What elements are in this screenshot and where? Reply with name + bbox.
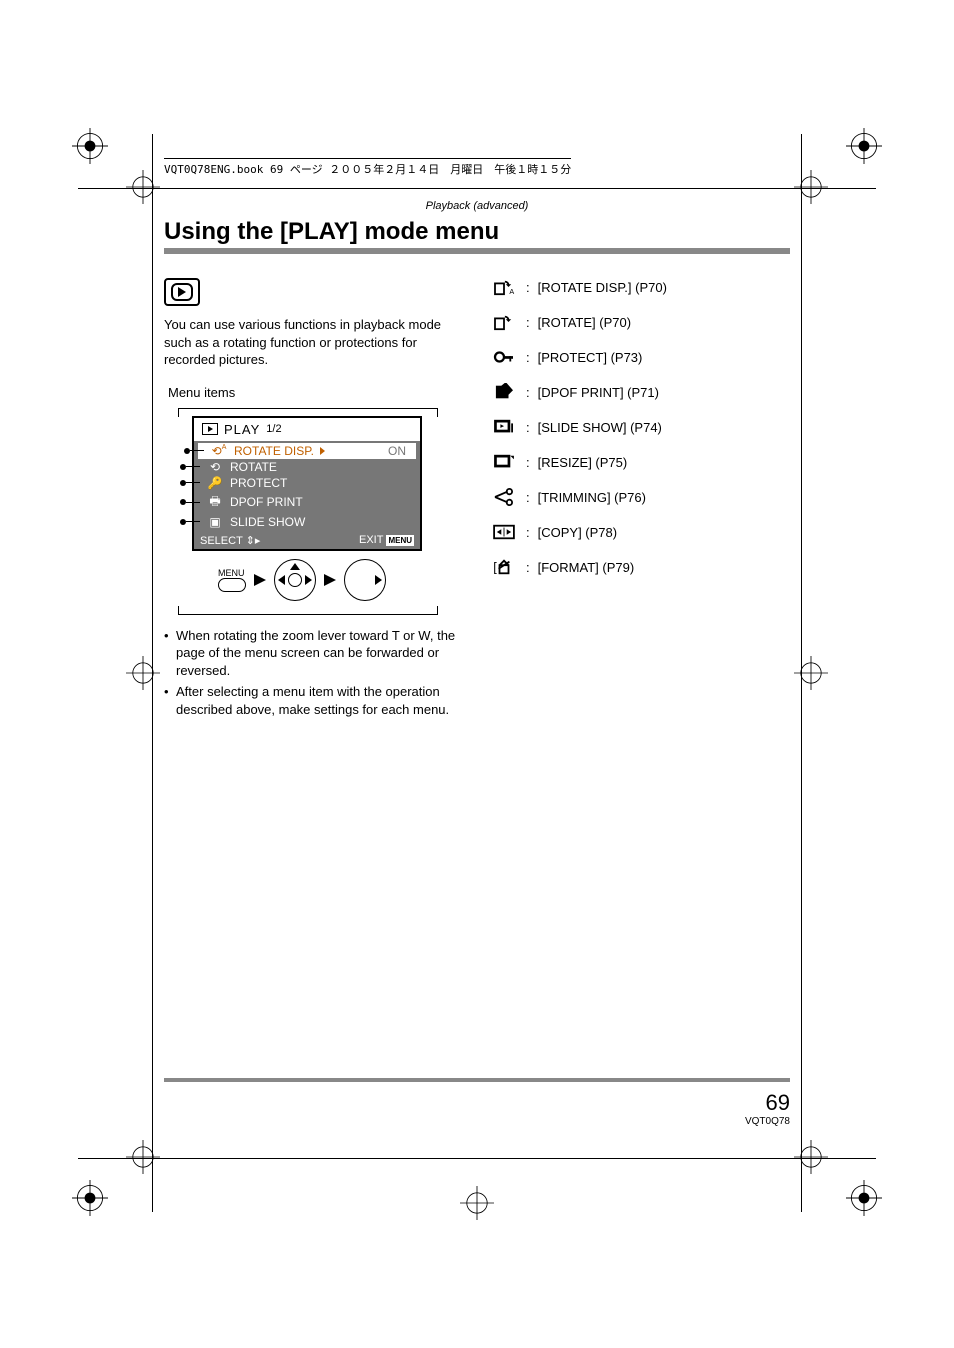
menu-row-slideshow: ▣ SLIDE SHOW [194,514,420,530]
menu-button-icon [218,578,246,592]
menu-row-label: PROTECT [230,476,287,490]
dpad-icon [274,559,316,601]
book-header-text: VQT0Q78ENG.book 69 ページ ２００５年２月１４日 月曜日 午後… [164,158,571,177]
format-icon: [ [490,558,518,576]
ref-trimming: :[TRIMMING] (P76) [490,488,790,506]
doc-code: VQT0Q78 [745,1116,790,1127]
chevron-right-icon [320,447,325,455]
print-mark-icon [72,128,108,164]
rotate-icon: ⟲ [206,460,224,474]
menu-row-rotate: ⟲ ROTATE [194,459,420,475]
intro-text: You can use various functions in playbac… [164,316,464,369]
slideshow-icon: ▣ [206,515,224,529]
ref-label: [SLIDE SHOW] (P74) [538,420,662,435]
ref-label: [DPOF PRINT] (P71) [538,385,659,400]
ref-protect: :[PROTECT] (P73) [490,348,790,366]
registration-mark-icon [794,656,828,690]
dpad-icon [344,559,386,601]
print-mark-icon [72,1180,108,1216]
menu-row-value: ON [388,444,406,458]
ref-rotate-disp: A :[ROTATE DISP.] (P70) [490,278,790,296]
crop-guide-bottom [78,1158,876,1159]
menu-row-label: ROTATE DISP. [234,444,314,458]
ref-label: [FORMAT] (P79) [538,560,635,575]
play-icon [202,423,218,435]
bullet-text: When rotating the zoom lever toward T or… [164,627,464,680]
svg-text:A: A [509,287,514,296]
ref-label: [TRIMMING] (P76) [538,490,646,505]
footer-rule [164,1078,790,1082]
menu-row-protect: 🔑 PROTECT [194,475,420,491]
page-content: Playback (advanced) Using the [PLAY] mod… [164,200,790,722]
arrow-right-icon [324,574,336,586]
protect-icon: 🔑 [206,476,224,490]
registration-mark-icon [126,170,160,204]
menu-row-label: ROTATE [230,460,277,474]
registration-mark-icon [794,170,828,204]
crop-guide-top [78,188,876,189]
print-mark-icon [846,128,882,164]
registration-mark-icon [460,1186,494,1220]
ref-label: [PROTECT] (P73) [538,350,643,365]
ref-slideshow: :[SLIDE SHOW] (P74) [490,418,790,436]
menu-button-label: MENU [218,568,246,578]
svg-text:[: [ [493,561,497,575]
nav-controls-diagram: MENU [218,559,436,601]
ref-copy: :[COPY] (P78) [490,523,790,541]
ref-label: [COPY] (P78) [538,525,617,540]
menu-simulation: PLAY 1/2 ⟲A ROTATE DISP. ON [192,416,422,551]
menu-title-row: PLAY 1/2 [194,418,420,441]
reference-list: A :[ROTATE DISP.] (P70) :[ROTATE] (P70) … [490,278,790,576]
page-footer: 69 VQT0Q78 [745,1090,790,1127]
registration-mark-icon [126,1140,160,1174]
menu-items-label: Menu items [168,385,464,400]
menu-box-icon: MENU [386,535,414,546]
registration-mark-icon [794,1140,828,1174]
trimming-icon [490,488,518,506]
rotate-disp-icon: ⟲A [210,444,228,458]
menu-row-label: SLIDE SHOW [230,515,305,529]
ref-resize: :[RESIZE] (P75) [490,453,790,471]
ref-dpof: :[DPOF PRINT] (P71) [490,383,790,401]
ref-label: [ROTATE DISP.] (P70) [538,280,667,295]
ref-label: [ROTATE] (P70) [538,315,631,330]
play-mode-icon [164,278,200,306]
menu-row-label: DPOF PRINT [230,495,303,509]
page-title: Using the [PLAY] mode menu [164,218,790,254]
menu-row-rotate-disp: ⟲A ROTATE DISP. ON [198,443,416,459]
section-header: Playback (advanced) [164,200,790,212]
protect-icon [490,348,518,366]
page-number: 69 [745,1090,790,1116]
dpof-icon: 🖶 [206,492,224,513]
menu-diagram: PLAY 1/2 ⟲A ROTATE DISP. ON [178,408,436,609]
bullet-text: After selecting a menu item with the ope… [164,683,464,718]
copy-icon [490,523,518,541]
registration-mark-icon [126,656,160,690]
slideshow-icon [490,418,518,436]
print-mark-icon [846,1180,882,1216]
resize-icon [490,453,518,471]
select-label: SELECT ⇕▸ [200,534,260,547]
menu-row-dpof: 🖶 DPOF PRINT [194,491,420,514]
menu-sim-title: PLAY [224,422,260,437]
exit-label: EXIT MENU [359,534,414,546]
ref-label: [RESIZE] (P75) [538,455,628,470]
dpof-icon [490,383,518,401]
ref-rotate: :[ROTATE] (P70) [490,313,790,331]
rotate-disp-icon: A [490,278,518,296]
ref-format: [ :[FORMAT] (P79) [490,558,790,576]
rotate-icon [490,313,518,331]
arrow-right-icon [254,574,266,586]
menu-page-fraction: 1/2 [266,423,281,435]
